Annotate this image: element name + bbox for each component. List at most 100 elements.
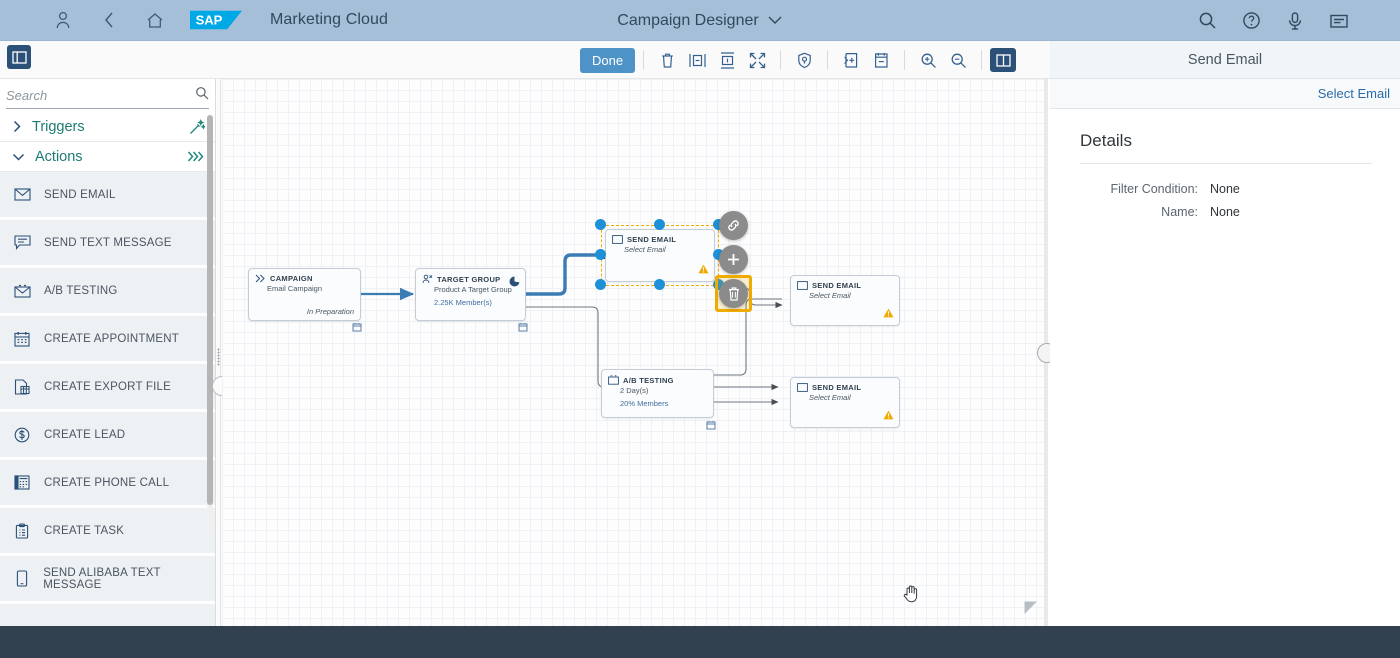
- help-icon[interactable]: [1238, 8, 1264, 34]
- add-node-button[interactable]: [719, 245, 748, 274]
- sidebar-item-label: SEND ALIBABA TEXT MESSAGE: [43, 566, 161, 591]
- node-target-group[interactable]: TARGET GROUP Product A Target Group 2.25…: [415, 268, 526, 321]
- node-send-email-top[interactable]: SEND EMAIL Select Email: [790, 275, 900, 326]
- chevron-down-icon[interactable]: [767, 12, 783, 30]
- calendar-small-icon[interactable]: [518, 322, 528, 334]
- sap-logo-text: SAP: [196, 13, 223, 28]
- node-title-row: SEND EMAIL: [791, 378, 899, 392]
- microphone-icon[interactable]: [1282, 8, 1308, 34]
- sidebar-item-create-task[interactable]: CREATE TASK: [0, 508, 215, 556]
- sidebar-item-partial[interactable]: [0, 604, 215, 626]
- distribute-vertical-icon-button[interactable]: [712, 46, 742, 74]
- node-send-email-bottom[interactable]: SEND EMAIL Select Email: [790, 377, 900, 428]
- collapse-button[interactable]: [742, 46, 772, 74]
- sidebar-item-create-export-file[interactable]: CREATE EXPORT FILE: [0, 364, 215, 412]
- warning-triangle-icon: [883, 308, 894, 321]
- sidebar-item-ab-testing[interactable]: A/B TESTING: [0, 268, 215, 316]
- node-title: SEND EMAIL: [812, 383, 862, 392]
- link-node-button[interactable]: [719, 211, 748, 240]
- toolbar-divider: [643, 50, 645, 70]
- zoom-in-button[interactable]: [913, 46, 943, 74]
- design-canvas[interactable]: CAMPAIGN Email Campaign In Preparation T…: [222, 79, 1044, 626]
- delete-node-button[interactable]: [719, 279, 748, 308]
- sidebar-group-actions[interactable]: Actions: [0, 142, 215, 172]
- details-panel-title: Send Email: [1050, 41, 1400, 79]
- home-icon[interactable]: [142, 7, 168, 33]
- page-title[interactable]: Campaign Designer: [617, 12, 758, 30]
- sidebar-item-send-text-message[interactable]: SEND TEXT MESSAGE: [0, 220, 215, 268]
- node-campaign[interactable]: CAMPAIGN Email Campaign In Preparation: [248, 268, 361, 321]
- field-filter-condition: Filter Condition: None: [1080, 182, 1372, 196]
- sidebar-group-triggers[interactable]: Triggers: [0, 112, 215, 142]
- node-title-row: SEND EMAIL: [791, 276, 899, 290]
- details-divider: [1080, 163, 1372, 164]
- user-icon[interactable]: [50, 7, 76, 33]
- resize-handle-bottom-center[interactable]: [654, 279, 665, 290]
- sidebar-item-label: CREATE PHONE CALL: [44, 476, 170, 489]
- grab-hand-cursor: [903, 584, 920, 608]
- resize-handle-top-center[interactable]: [654, 219, 665, 230]
- sidebar-scrollbar-thumb[interactable]: [207, 115, 213, 505]
- left-splitter-grip[interactable]: [217, 348, 220, 366]
- details-panel: Send Email Select Email Details Filter C…: [1050, 41, 1400, 626]
- resize-corner-icon[interactable]: [1023, 600, 1039, 621]
- warning-triangle-icon: [883, 410, 894, 423]
- chevron-right-icon: [12, 120, 22, 133]
- node-subtitle: Select Email: [809, 291, 851, 300]
- field-value: None: [1210, 182, 1240, 196]
- sap-logo: SAP: [190, 9, 242, 31]
- sidebar-item-create-lead[interactable]: CREATE LEAD: [0, 412, 215, 460]
- node-title-row: CAMPAIGN: [249, 269, 360, 283]
- add-to-box-icon-button[interactable]: [836, 46, 866, 74]
- calendar-small-icon[interactable]: [352, 322, 362, 334]
- field-label: Name:: [1161, 205, 1198, 219]
- delete-button[interactable]: [652, 46, 682, 74]
- sidebar-item-label: CREATE LEAD: [44, 428, 126, 441]
- node-ab-testing[interactable]: A/B TESTING 2 Day(s) 20% Members: [601, 369, 714, 418]
- back-chevron-icon[interactable]: [96, 7, 122, 33]
- details-section-title: Details: [1080, 131, 1132, 150]
- resize-handle-middle-left[interactable]: [595, 249, 606, 260]
- sidebar-item-label: SEND TEXT MESSAGE: [44, 236, 172, 249]
- resize-handle-top-left[interactable]: [595, 219, 606, 230]
- envelope-icon: [12, 188, 32, 201]
- node-status: In Preparation: [306, 307, 354, 316]
- sidebar-item-create-appointment[interactable]: CREATE APPOINTMENT: [0, 316, 215, 364]
- zoom-out-button[interactable]: [943, 46, 973, 74]
- distribute-horizontal-icon-button[interactable]: [682, 46, 712, 74]
- sidebar-item-label: CREATE APPOINTMENT: [44, 332, 180, 345]
- sidebar-item-label: SEND EMAIL: [44, 188, 116, 201]
- sidebar-scrollbar-track[interactable]: [207, 115, 213, 535]
- remove-from-box-icon-button[interactable]: [866, 46, 896, 74]
- sidebar-item-send-alibaba-text-message[interactable]: SEND ALIBABA TEXT MESSAGE: [0, 556, 215, 604]
- link-target-group-to-send-email-selected: [525, 253, 602, 296]
- resize-handle-bottom-left[interactable]: [595, 279, 606, 290]
- ab-envelope-icon: [608, 375, 619, 385]
- dollar-circle-icon: [12, 427, 32, 443]
- phone-icon: [12, 475, 32, 490]
- shield-icon-button[interactable]: [789, 46, 819, 74]
- sidebar-item-create-phone-call[interactable]: CREATE PHONE CALL: [0, 460, 215, 508]
- envelope-icon: [797, 383, 808, 392]
- toolbar-divider: [904, 50, 906, 70]
- field-value: None: [1210, 205, 1240, 219]
- node-metric: 2.25K Member(s): [434, 298, 492, 307]
- calendar-small-icon[interactable]: [706, 420, 716, 432]
- left-panel-toggle-button[interactable]: [7, 45, 31, 69]
- search-icon[interactable]: [195, 86, 209, 105]
- overflow-menu-icon[interactable]: [1326, 8, 1352, 34]
- selection-outline: [601, 225, 719, 286]
- sidebar-group-label: Actions: [35, 148, 83, 165]
- magic-wand-icon[interactable]: [189, 118, 205, 135]
- chevrons-right-icon[interactable]: [187, 150, 205, 163]
- right-panel-toggle-button[interactable]: [990, 48, 1017, 72]
- sidebar-item-label: A/B TESTING: [44, 284, 118, 297]
- search-input[interactable]: [6, 88, 195, 103]
- search-icon[interactable]: [1194, 8, 1220, 34]
- node-title: SEND EMAIL: [812, 281, 862, 290]
- node-title-row: A/B TESTING: [602, 370, 713, 385]
- select-email-link[interactable]: Select Email: [1318, 86, 1390, 101]
- node-title: TARGET GROUP: [437, 274, 501, 284]
- sidebar-item-send-email[interactable]: SEND EMAIL: [0, 172, 215, 220]
- done-button[interactable]: Done: [580, 47, 636, 73]
